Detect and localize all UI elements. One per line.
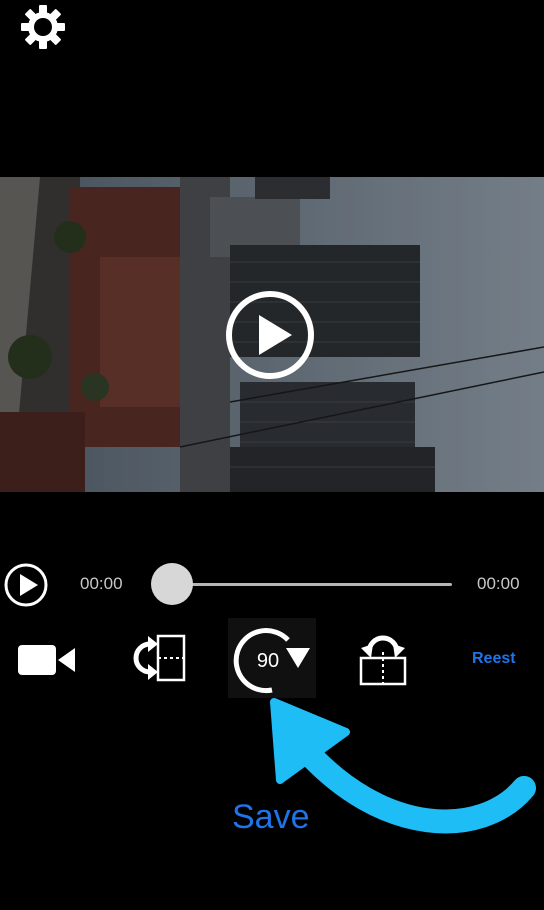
save-button[interactable]: Save xyxy=(232,798,310,837)
seek-track[interactable] xyxy=(172,583,452,586)
gear-icon xyxy=(21,5,65,49)
rotate-90-icon: 90 xyxy=(233,628,310,694)
play-circle-icon xyxy=(4,563,48,607)
current-time: 00:00 xyxy=(80,574,123,593)
seek-thumb[interactable] xyxy=(151,563,193,605)
flip-vertical-button[interactable] xyxy=(357,628,409,688)
reset-button[interactable]: Reest xyxy=(472,650,516,668)
rotate-90-button[interactable]: 90 xyxy=(228,618,316,698)
video-play-button[interactable] xyxy=(224,289,316,381)
camera-button[interactable] xyxy=(18,643,76,677)
settings-button[interactable] xyxy=(18,2,68,52)
flip-horizontal-icon xyxy=(133,634,186,682)
play-circle-icon xyxy=(226,291,314,379)
flip-vertical-icon xyxy=(359,635,407,686)
flip-horizontal-button[interactable] xyxy=(128,632,190,684)
rotate-angle-label: 90 xyxy=(257,650,279,672)
video-camera-icon xyxy=(18,645,75,675)
playback-play-button[interactable] xyxy=(3,562,49,608)
total-time: 00:00 xyxy=(477,574,520,593)
